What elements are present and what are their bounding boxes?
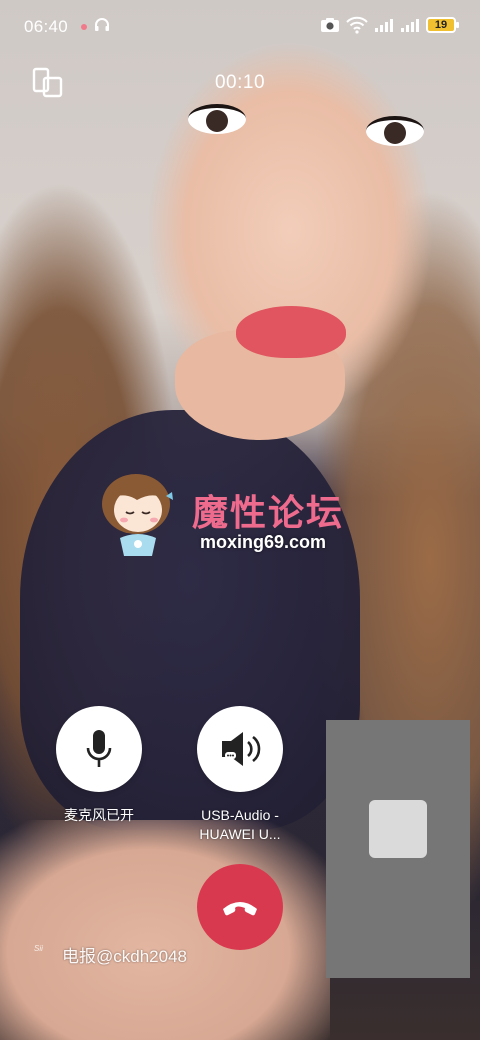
speaker-icon [222,732,261,766]
camera-icon [321,18,339,32]
video-subject-eye [188,104,246,134]
video-subject-legs [0,820,330,1040]
watermark-mascot-icon [102,474,173,556]
microphone-icon [86,730,112,767]
signal-icon [375,19,393,32]
hang-up-button[interactable] [197,864,283,950]
battery-icon: 19 [426,17,459,33]
microphone-label: 麦克风已开 [64,807,134,823]
corner-mark: Sii [34,944,43,953]
notification-dot-icon [81,24,87,30]
signal-icon [401,19,419,32]
audio-output-button[interactable] [197,706,283,792]
audio-output-label-line1: USB-Audio - [201,807,279,823]
video-subject-eye [366,116,424,146]
call-duration: 00:10 [214,72,266,93]
audio-output-label-line2: HUAWEI U... [199,826,281,842]
microphone-button[interactable] [56,706,142,792]
watermark-title: 魔性论坛 [192,493,345,534]
hang-up-icon [223,902,257,916]
audio-output-label: USB-Audio - HUAWEI U... [176,806,304,844]
camera-off-placeholder [369,800,427,858]
watermark-url: moxing69.com [200,532,327,552]
wifi-icon [346,16,368,34]
headset-icon [95,18,109,31]
local-video-preview[interactable] [326,720,470,978]
status-icons: 19 [320,16,459,34]
status-time: 06:40 [24,17,69,36]
bottom-watermark: 电报@ckdh2048 [62,947,187,966]
status-bar: 06:40 19 [0,0,480,54]
video-subject-lips [236,306,346,358]
